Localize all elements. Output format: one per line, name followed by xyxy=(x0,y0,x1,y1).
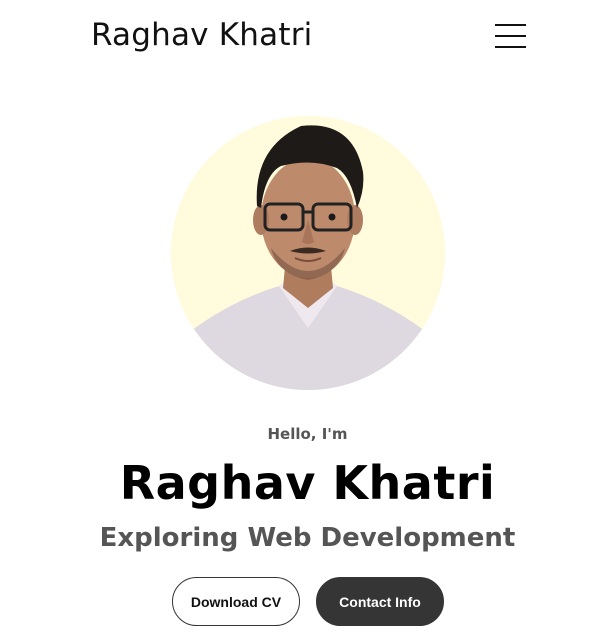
hero-tagline: Exploring Web Development xyxy=(99,523,516,553)
hamburger-bar-bottom xyxy=(495,46,526,48)
page: Raghav Khatri Hello, I'm Raghav Khatri E… xyxy=(0,0,615,632)
download-cv-button[interactable]: Download CV xyxy=(172,577,300,626)
hamburger-menu-icon[interactable] xyxy=(495,23,527,49)
hamburger-bar-top xyxy=(495,24,526,26)
profile-picture-illustration xyxy=(171,116,445,390)
hero-name-title: Raghav Khatri xyxy=(119,456,496,510)
hamburger-bar-middle xyxy=(495,35,526,37)
site-logo[interactable]: Raghav Khatri xyxy=(91,15,312,55)
greeting-text: Hello, I'm xyxy=(267,425,348,443)
profile-picture xyxy=(171,116,445,390)
contact-info-button[interactable]: Contact Info xyxy=(316,577,444,626)
